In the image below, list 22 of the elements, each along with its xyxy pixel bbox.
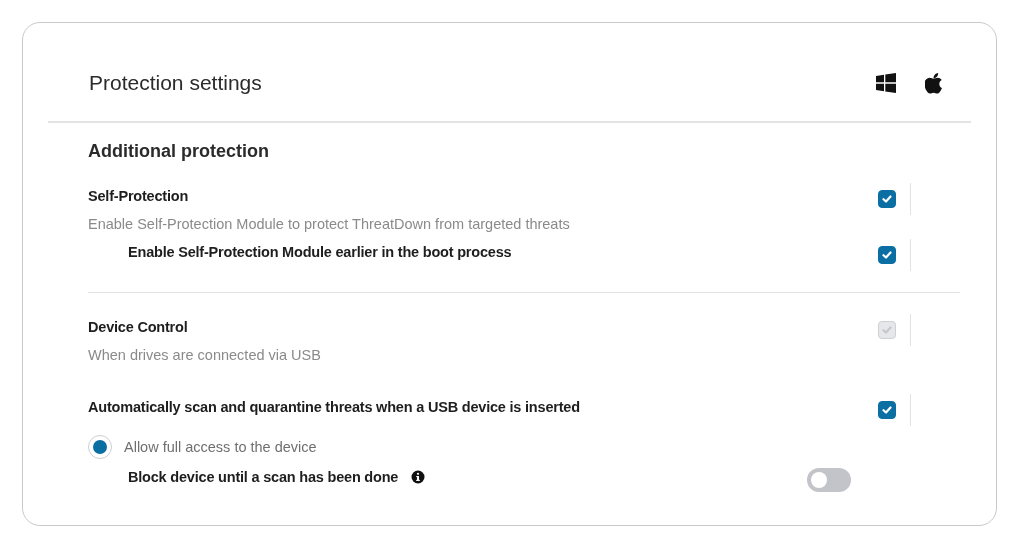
check-icon [881, 249, 893, 261]
check-icon [881, 404, 893, 416]
radio-label: Allow full access to the device [124, 439, 317, 455]
section-title: Additional protection [88, 141, 270, 162]
setting-label: Block device until a scan has been done [128, 469, 399, 485]
toggle-switch[interactable] [807, 468, 851, 492]
setting-label: Automatically scan and quarantine threats when a USB device is inserted [88, 399, 580, 415]
setting-description: When drives are connected via USB [88, 347, 321, 363]
apple-icon[interactable] [925, 72, 944, 94]
setting-label: Device Control [88, 319, 188, 335]
check-icon [881, 324, 893, 336]
radio-button[interactable] [88, 435, 112, 459]
checkbox[interactable] [878, 190, 896, 208]
setting-label: Enable Self-Protection Module earlier in the boot process [128, 244, 512, 260]
checkbox[interactable] [878, 246, 896, 264]
checkbox[interactable] [878, 401, 896, 419]
windows-icon[interactable] [876, 73, 896, 93]
check-icon [881, 193, 893, 205]
setting-description: Enable Self-Protection Module to protect ThreatDown from targeted threats [88, 216, 570, 232]
info-icon[interactable] [411, 470, 426, 484]
page-title: Protection settings [89, 71, 262, 95]
setting-label: Self-Protection [88, 188, 189, 204]
